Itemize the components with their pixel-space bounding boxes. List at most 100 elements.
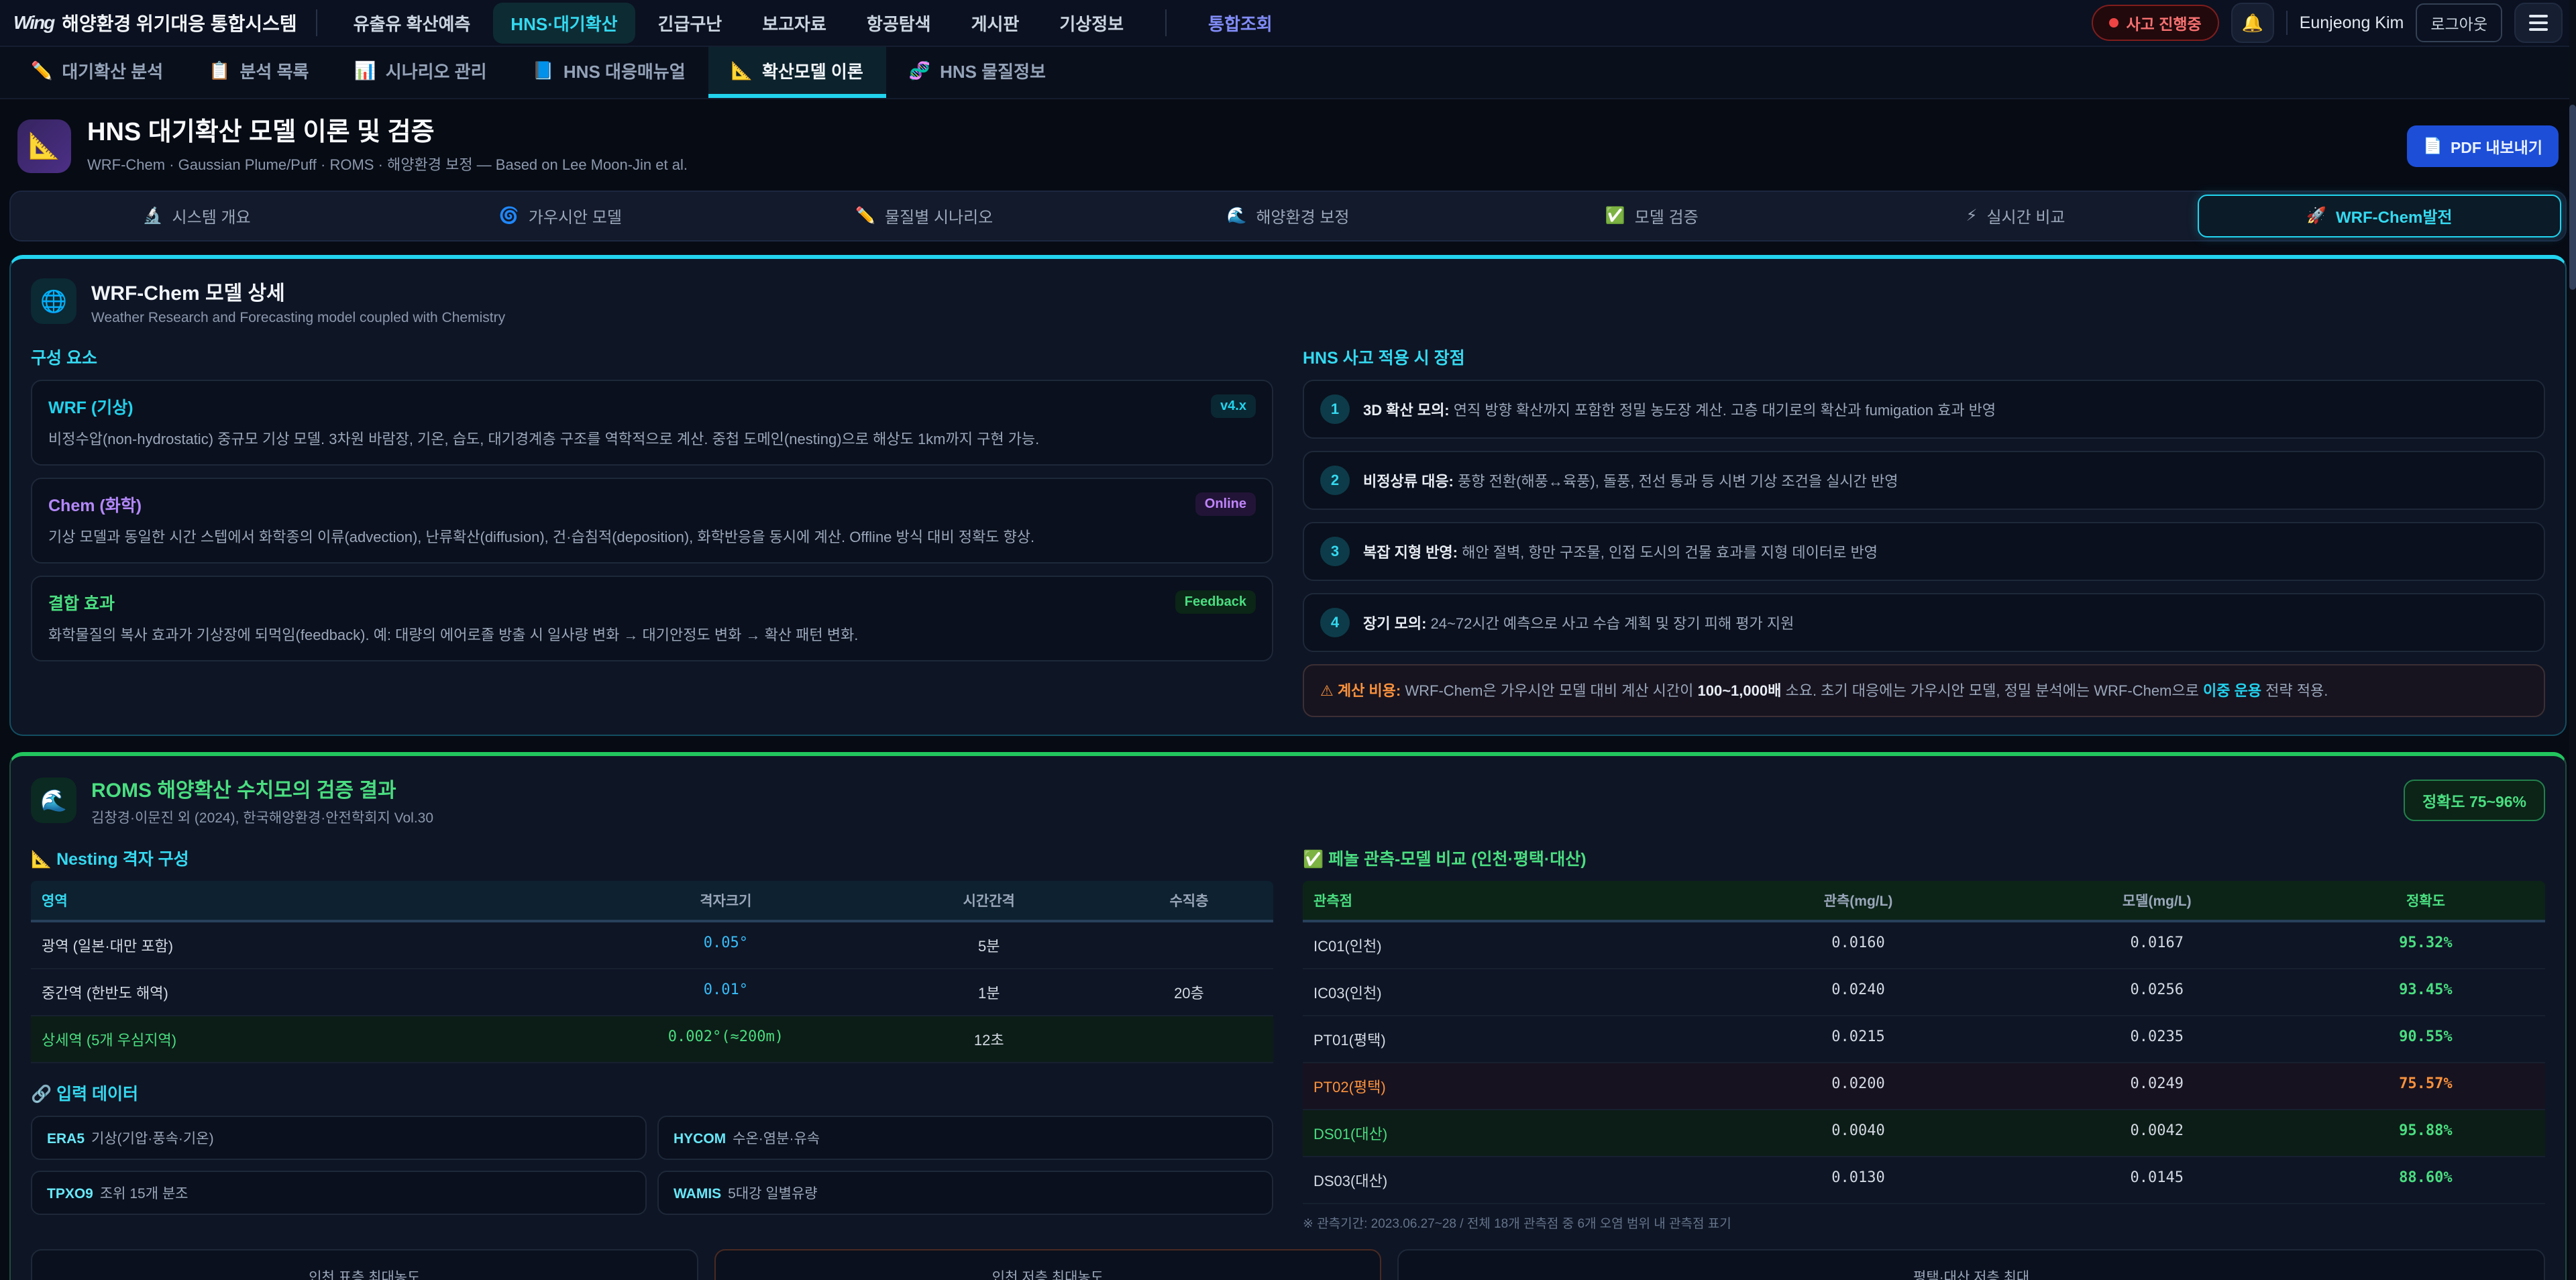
nav-item-보고자료[interactable]: 보고자료: [745, 3, 844, 44]
metric-label: 평택·대산 저층 최대: [1415, 1267, 2528, 1280]
tab-모델 검증[interactable]: ✅모델 검증: [1470, 195, 1833, 237]
nav-item-HNS·대기확산[interactable]: HNS·대기확산: [493, 3, 635, 44]
bell-icon: 🔔: [2242, 13, 2263, 34]
subnav-item-대기확산 분석[interactable]: ✏️대기확산 분석: [8, 47, 186, 98]
advantage-number: 2: [1320, 466, 1350, 495]
metric-card: 평택·대산 저층 최대0.1916mg/L: [1397, 1249, 2545, 1280]
subnav-label: 분석 목록: [240, 58, 309, 83]
tab-label: 물질별 시나리오: [885, 204, 993, 227]
nav-item-항공탐색[interactable]: 항공탐색: [849, 3, 949, 44]
nav-divider: [316, 9, 317, 36]
advantage-card: 13D 확산 모의: 연직 방향 확산까지 포함한 정밀 농도장 계산. 고층 …: [1303, 380, 2545, 439]
subnav-item-HNS 물질정보[interactable]: 🧬HNS 물질정보: [886, 47, 1069, 98]
tab-label: 모델 검증: [1635, 204, 1699, 227]
nesting-column: 📐 Nesting 격자 구성 영역격자크기시간간격수직층 광역 (일본·대만 …: [31, 841, 1273, 1232]
main-menu: 유출유 확산예측HNS·대기확산긴급구난보고자료항공탐색게시판기상정보 통합조회: [336, 3, 2092, 44]
nesting-header-cell: 시간간격: [873, 881, 1105, 920]
text-segment: ⚠: [1320, 682, 1338, 699]
subnav-item-확산모델 이론[interactable]: 📐 확산모델 이론: [708, 47, 886, 98]
phenol-accuracy-cell: 95.88%: [2306, 1110, 2545, 1156]
book-icon: 📘: [533, 60, 554, 81]
page-scrollbar[interactable]: [2569, 0, 2576, 1280]
input-data-label: 🔗 입력 데이터: [31, 1081, 1273, 1105]
phenol-accuracy-cell: 95.32%: [2306, 922, 2545, 968]
input-source-desc: 5대강 일별유량: [728, 1186, 817, 1202]
roms-section: 🌊 ROMS 해양확산 수치모의 검증 결과 김창경·이문진 외 (2024),…: [9, 752, 2567, 1280]
page-subtitle: WRF-Chem · Gaussian Plume/Puff · ROMS · …: [87, 153, 688, 174]
incident-status-badge[interactable]: 사고 진행중: [2092, 5, 2219, 41]
nav-item-게시판[interactable]: 게시판: [954, 3, 1037, 44]
microscope-icon: 🔬: [143, 206, 163, 225]
phenol-table-row: PT01(평택)0.02150.023590.55%: [1303, 1016, 2545, 1063]
phenol-table-row: DS01(대산)0.00400.004295.88%: [1303, 1110, 2545, 1157]
component-card: Chem (화학)Online기상 모델과 동일한 시간 스텝에서 화학종의 이…: [31, 478, 1273, 564]
phenol-station-cell: PT02(평택): [1303, 1063, 1709, 1109]
phenol-accuracy-cell: 75.57%: [2306, 1063, 2545, 1109]
component-name: 결합 효과: [48, 590, 115, 615]
ruler-icon: 📐: [731, 60, 753, 81]
nesting-layers-cell: [1105, 922, 1273, 968]
text-segment: 전략 적용.: [2261, 682, 2328, 699]
nesting-step-cell: 1분: [873, 969, 1105, 1015]
text-segment: 3D 확산 모의:: [1363, 402, 1450, 419]
tab-label: 실시간 비교: [1986, 204, 2065, 227]
pdf-export-button[interactable]: 📄 PDF 내보내기: [2407, 125, 2559, 167]
nav-item-통합조회[interactable]: 통합조회: [1191, 3, 1290, 44]
advantage-text: 장기 모의: 24~72시간 예측으로 사고 수습 계획 및 장기 피해 평가 …: [1363, 608, 1794, 635]
notifications-button[interactable]: 🔔: [2231, 3, 2274, 43]
scrollbar-thumb[interactable]: [2569, 105, 2576, 290]
advantage-text: 비정상류 대응: 풍향 전환(해풍↔육풍), 돌풍, 전선 통과 등 시변 기상…: [1363, 466, 1898, 493]
wave-icon: 🌊: [40, 788, 67, 813]
logout-button[interactable]: 로그아웃: [2416, 3, 2502, 42]
text-segment: 이중 운용: [2203, 682, 2261, 699]
nesting-grid-cell: 0.01°: [578, 969, 873, 1015]
phenol-model-cell: 0.0256: [2008, 969, 2306, 1015]
metric-label: 인천 표층 최대농도: [48, 1267, 681, 1280]
subnav-item-시나리오 관리[interactable]: 📊시나리오 관리: [331, 47, 509, 98]
text-segment: 계산 비용:: [1338, 682, 1401, 699]
input-source-code: TPXO9: [47, 1186, 93, 1202]
compute-cost-note: ⚠ 계산 비용: WRF-Chem은 가우시안 모델 대비 계산 시간이 100…: [1303, 664, 2545, 717]
phenol-table-row: IC03(인천)0.02400.025693.45%: [1303, 969, 2545, 1016]
subnav-item-HNS 대응매뉴얼[interactable]: 📘HNS 대응매뉴얼: [510, 47, 708, 98]
incident-status-label: 사고 진행중: [2127, 11, 2202, 34]
section-tabbar: 🔬시스템 개요🌀가우시안 모델✏️물질별 시나리오🌊해양환경 보정✅모델 검증⚡…: [9, 191, 2567, 242]
wrf-section-header: 🌐 WRF-Chem 모델 상세 Weather Research and Fo…: [31, 276, 2545, 326]
input-source-desc: 조위 15개 분조: [100, 1186, 189, 1202]
app-logo[interactable]: Wing 해양환경 위기대응 통합시스템: [13, 9, 297, 36]
component-description: 비정수압(non-hydrostatic) 중규모 기상 모델. 3차원 바람장…: [48, 428, 1256, 451]
wrf-components-column: 구성 요소 WRF (기상)v4.x 비정수압(non-hydrostatic) …: [31, 339, 1273, 717]
tab-실시간 비교[interactable]: ⚡실시간 비교: [1833, 195, 2197, 237]
text-segment: 비정상류 대응:: [1363, 473, 1454, 490]
component-name: WRF (기상): [48, 394, 133, 419]
component-card-top: WRF (기상)v4.x: [48, 394, 1256, 419]
user-name: Eunjeong Kim: [2300, 13, 2404, 33]
nav-item-기상정보[interactable]: 기상정보: [1042, 3, 1141, 44]
text-segment: 연직 방향 확산까지 포함한 정밀 농도장 계산. 고층 대기로의 확산과 fu…: [1450, 402, 1996, 419]
phenol-station-cell: PT01(평택): [1303, 1016, 1709, 1062]
nav-divider: [1165, 9, 1167, 36]
tab-label: 해양환경 보정: [1256, 204, 1349, 227]
tab-WRF-Chem발전[interactable]: 🚀WRF-Chem발전: [2198, 195, 2561, 237]
rocket-icon: 🚀: [2306, 206, 2326, 225]
hamburger-menu-button[interactable]: [2514, 3, 2563, 43]
nesting-area-cell: 상세역 (5개 우심지역): [31, 1016, 578, 1062]
tab-해양환경 보정[interactable]: 🌊해양환경 보정: [1106, 195, 1470, 237]
advantage-number: 3: [1320, 537, 1350, 566]
tab-시스템 개요[interactable]: 🔬시스템 개요: [15, 195, 378, 237]
components-label: 구성 요소: [31, 345, 1273, 369]
tab-가우시안 모델[interactable]: 🌀가우시안 모델: [378, 195, 742, 237]
nav-item-긴급구난[interactable]: 긴급구난: [641, 3, 740, 44]
tab-물질별 시나리오[interactable]: ✏️물질별 시나리오: [743, 195, 1106, 237]
phenol-station-cell: IC01(인천): [1303, 922, 1709, 968]
concentration-metrics: 인천 표층 최대농도0.1089mg/L인천 저층 최대농도0.3822mg/L…: [31, 1249, 2545, 1280]
component-card: 결합 효과Feedback화학물질의 복사 효과가 기상장에 되먹임(feedb…: [31, 576, 1273, 661]
page-header: 📐 HNS 대기확산 모델 이론 및 검증 WRF-Chem · Gaussia…: [9, 113, 2567, 188]
nesting-header-cell: 수직층: [1105, 881, 1273, 920]
subnav-item-분석 목록[interactable]: 📋분석 목록: [186, 47, 331, 98]
phenol-header-cell: 관측(mg/L): [1709, 881, 2007, 920]
sub-navigation: ✏️대기확산 분석📋분석 목록📊시나리오 관리📘HNS 대응매뉴얼 📐 확산모델 이…: [0, 47, 2576, 99]
subnav-label: 확산모델 이론: [762, 58, 863, 83]
nav-item-유출유 확산예측[interactable]: 유출유 확산예측: [336, 3, 488, 44]
phenol-compare-label: ✅ 페놀 관측-모델 비교 (인천·평택·대산): [1303, 846, 2545, 870]
